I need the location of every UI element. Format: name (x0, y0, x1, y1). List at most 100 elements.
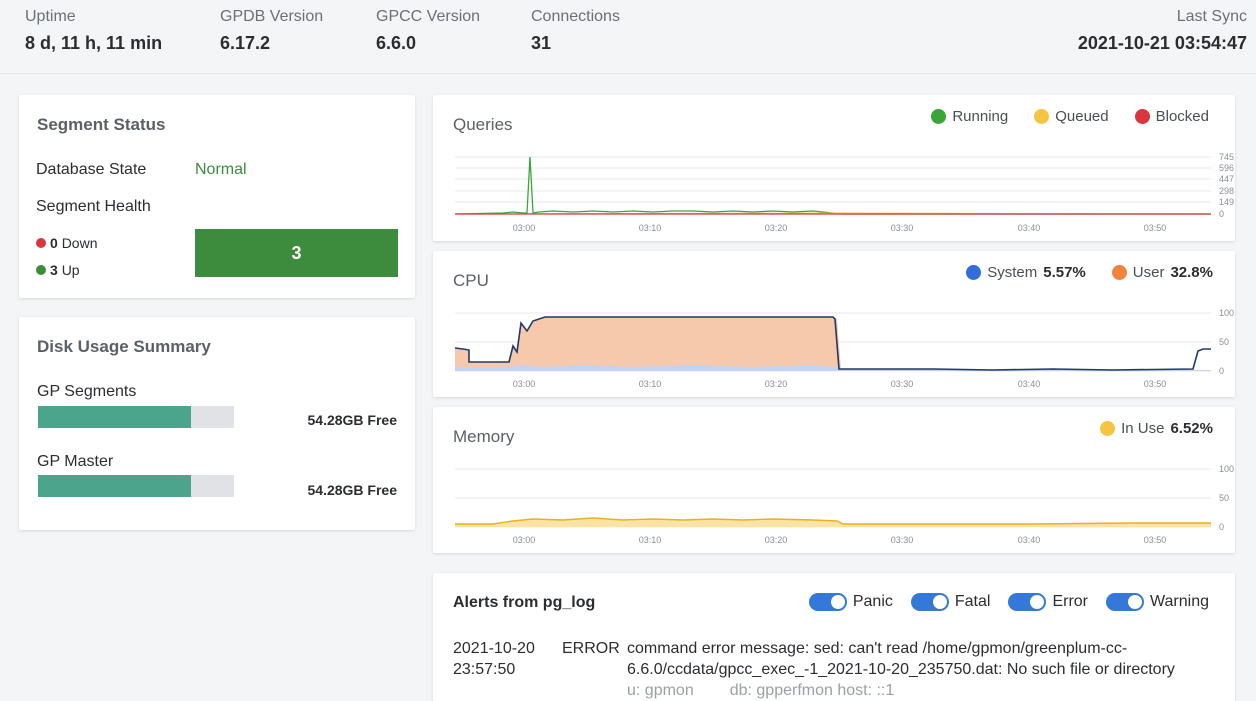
alert-meta: u: gpmon db: gpperfmon host: ::1 (627, 680, 1175, 701)
x-tick: 03:10 (639, 535, 662, 545)
user-area (455, 317, 1211, 371)
disk-usage-bar-fill (38, 475, 191, 497)
y-tick: 50 (1219, 337, 1229, 347)
cpu-chart[interactable]: 100 50 0 03:00 03:10 03:20 03:30 03:40 0… (433, 251, 1235, 397)
toggle-switch[interactable] (910, 593, 949, 611)
up-dot-icon (36, 265, 46, 275)
toggle-switch[interactable] (808, 593, 847, 611)
connections-stat: Connections 31 (531, 8, 620, 54)
toggle-label: Fatal (954, 593, 991, 610)
x-tick: 03:20 (765, 535, 788, 545)
y-tick: 50 (1219, 493, 1229, 503)
disk-item-label: GP Master (37, 453, 114, 470)
connections-label: Connections (531, 8, 620, 25)
down-label: Down (61, 235, 98, 251)
queries-chart[interactable]: 745 596 447 298 149 0 03:00 03:10 03:20 … (433, 95, 1235, 241)
gpdb-version-label: GPDB Version (220, 8, 324, 25)
y-tick: 100 (1219, 308, 1234, 318)
x-tick: 03:00 (513, 535, 536, 545)
disk-free-value: 54.28GB Free (307, 412, 398, 428)
disk-item-label: GP Segments (37, 383, 137, 400)
y-tick: 447 (1219, 174, 1234, 184)
disk-free-value: 54.28GB Free (307, 482, 398, 498)
y-tick: 298 (1219, 186, 1234, 196)
y-tick: 100 (1219, 464, 1234, 474)
last-sync-value: 2021-10-21 03:54:47 (1077, 33, 1247, 53)
last-sync-stat: Last Sync 2021-10-21 03:54:47 (1078, 8, 1247, 54)
gpcc-version-stat: GPCC Version 6.6.0 (376, 8, 480, 54)
uptime-value: 8 d, 11 h, 11 min (25, 33, 163, 53)
segment-health-bar[interactable]: 3 (195, 229, 398, 277)
x-tick: 03:20 (765, 379, 788, 389)
toggle-fatal[interactable]: Fatal (910, 593, 991, 611)
toggle-switch[interactable] (1008, 593, 1047, 611)
toggle-error[interactable]: Error (1008, 593, 1088, 611)
x-tick: 03:50 (1144, 535, 1167, 545)
alert-timestamp: 2021-10-20 23:57:50 (453, 638, 535, 680)
up-count-row: 3 Up (36, 262, 80, 278)
cpu-card: CPU System 5.57% User 32.8% 100 50 0 03:00… (433, 251, 1235, 397)
segment-health-label: Segment Health (36, 198, 151, 215)
uptime-label: Uptime (25, 8, 76, 25)
alert-date: 2021-10-20 (453, 640, 535, 657)
x-tick: 03:30 (891, 535, 914, 545)
x-tick: 03:30 (891, 223, 914, 233)
y-tick: 0 (1219, 209, 1224, 219)
toggle-panic[interactable]: Panic (808, 593, 893, 611)
up-label: Up (61, 262, 80, 278)
uptime-stat: Uptime 8 d, 11 h, 11 min (25, 8, 162, 54)
down-dot-icon (36, 238, 46, 248)
disk-usage-bar (38, 406, 234, 428)
x-tick: 03:50 (1144, 379, 1167, 389)
x-tick: 03:00 (513, 379, 536, 389)
down-count: 0 (50, 235, 58, 251)
alert-message[interactable]: command error message: sed: can't read /… (627, 638, 1175, 701)
gpcc-version-value: 6.6.0 (376, 33, 417, 53)
toggle-switch[interactable] (1106, 593, 1145, 611)
running-series (454, 156, 1211, 215)
toggle-label: Error (1052, 593, 1089, 610)
gpdb-version-value: 6.17.2 (220, 33, 271, 53)
x-tick: 03:10 (639, 223, 662, 233)
y-tick: 596 (1219, 163, 1234, 173)
alert-time: 23:57:50 (453, 661, 516, 678)
toggle-label: Warning (1150, 593, 1209, 610)
x-tick: 03:40 (1018, 223, 1041, 233)
segment-status-title: Segment Status (37, 115, 166, 134)
x-tick: 03:20 (765, 223, 788, 233)
memory-card: Memory In Use 6.52% 100 50 0 03:00 03:10 … (433, 407, 1235, 553)
alerts-title: Alerts from pg_log (453, 594, 596, 611)
gpdb-version-stat: GPDB Version 6.17.2 (220, 8, 323, 54)
x-tick: 03:40 (1018, 379, 1041, 389)
up-count: 3 (50, 262, 58, 278)
alert-user: u: gpmon (627, 682, 694, 699)
alert-message-line: command error message: sed: can't read /… (627, 640, 1128, 657)
y-tick: 0 (1219, 366, 1224, 376)
database-state-label: Database State (36, 161, 147, 178)
disk-usage-title: Disk Usage Summary (37, 337, 211, 356)
alert-message-line: 6.6.0/ccdata/gpcc_exec_-1_2021-10-20_235… (627, 661, 1175, 678)
database-state-value: Normal (195, 161, 247, 178)
summary-bar: Uptime 8 d, 11 h, 11 min GPDB Version 6.… (0, 0, 1256, 74)
x-tick: 03:00 (513, 223, 536, 233)
x-tick: 03:10 (639, 379, 662, 389)
x-tick: 03:50 (1144, 223, 1167, 233)
disk-usage-bar-fill (38, 406, 191, 428)
toggle-label: Panic (852, 593, 893, 610)
y-tick: 149 (1219, 197, 1234, 207)
disk-usage-card: Disk Usage Summary GP Segments 54.28GB F… (19, 317, 415, 530)
memory-chart[interactable]: 100 50 0 03:00 03:10 03:20 03:30 03:40 0… (433, 407, 1235, 553)
connections-value: 31 (531, 33, 552, 53)
disk-usage-bar (38, 475, 234, 497)
alert-level: ERROR (562, 640, 620, 657)
last-sync-label: Last Sync (1176, 8, 1247, 25)
y-tick: 745 (1219, 152, 1234, 162)
alert-db-host: db: gpperfmon host: ::1 (729, 682, 895, 699)
segment-status-card: Segment Status Database State Normal Seg… (19, 95, 415, 298)
toggle-warning[interactable]: Warning (1106, 593, 1209, 611)
down-count-row: 0 Down (36, 235, 97, 251)
y-tick: 0 (1219, 522, 1224, 532)
x-tick: 03:30 (891, 379, 914, 389)
alert-level-toggles: Panic Fatal Error Warning (808, 593, 1209, 611)
x-tick: 03:40 (1018, 535, 1041, 545)
